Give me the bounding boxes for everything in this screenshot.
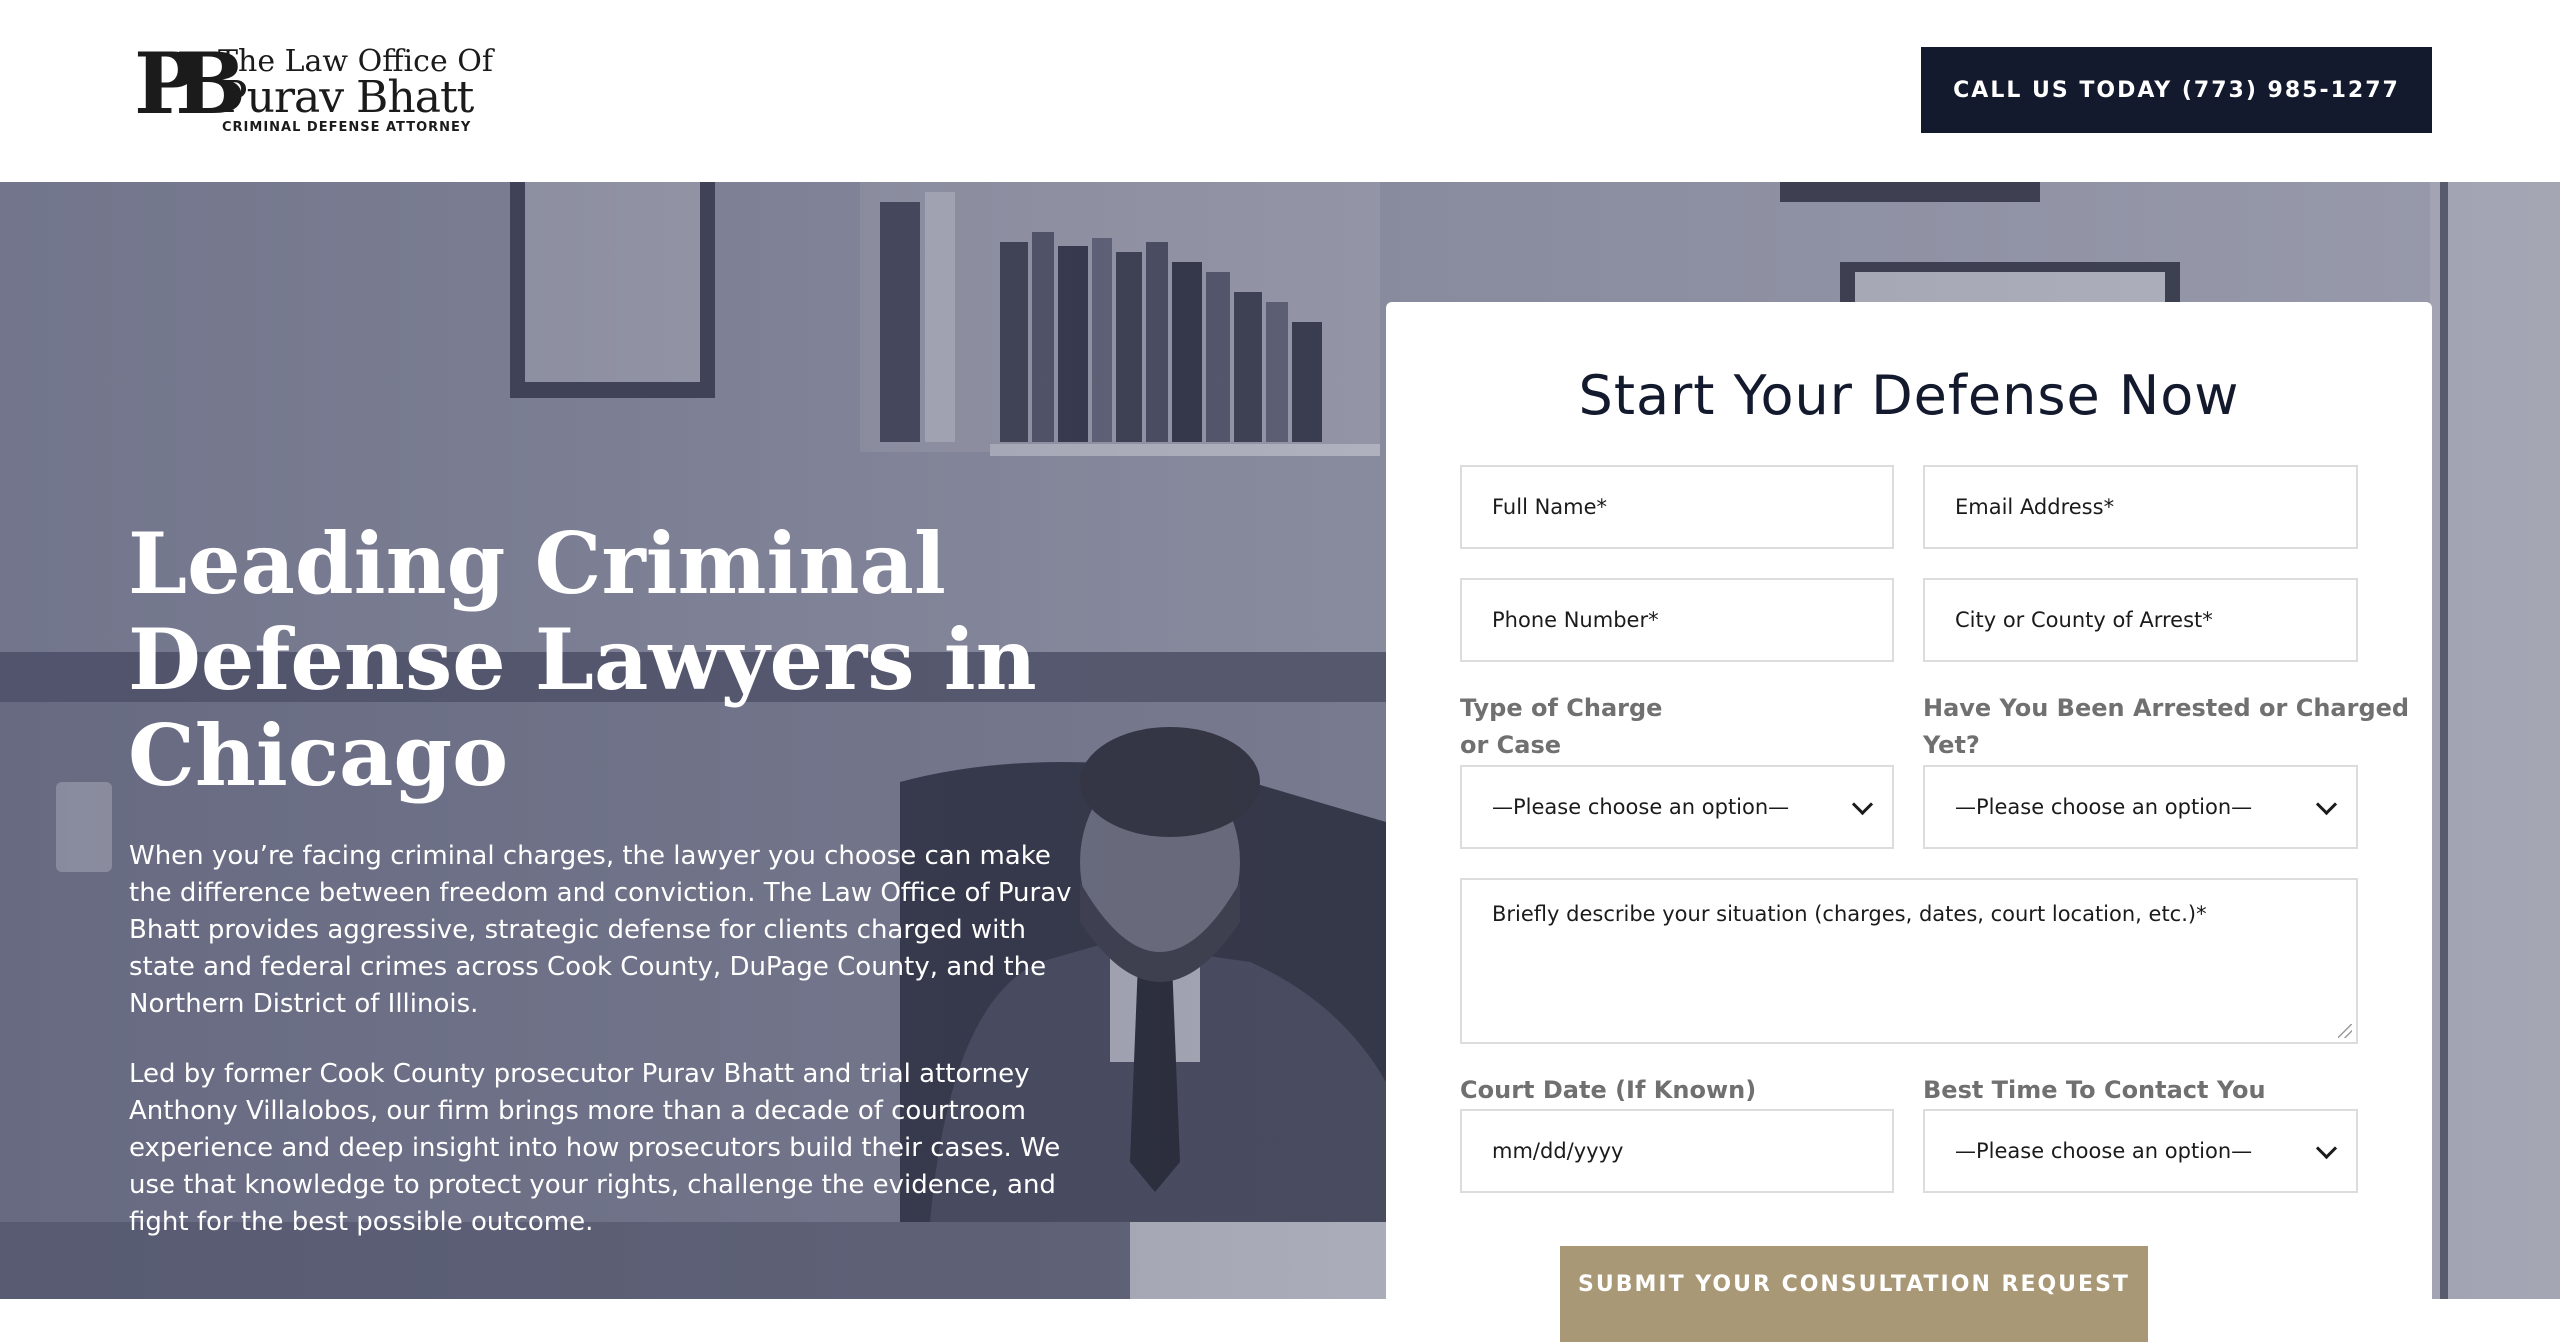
charge-type-select[interactable]: —Please choose an option— — [1460, 765, 1894, 849]
phone-input[interactable]: Phone Number* — [1460, 578, 1894, 662]
arrested-label: Have You Been Arrested or Charged Yet? — [1923, 690, 2409, 764]
logo[interactable]: PB The Law Office Of Purav Bhatt CRIMINA… — [134, 34, 493, 140]
arrested-select[interactable]: —Please choose an option— — [1923, 765, 2358, 849]
charge-type-label: Type of Charge or Case — [1460, 690, 1662, 764]
full-name-input[interactable]: Full Name* — [1460, 465, 1894, 549]
logo-line-2: Purav Bhatt — [218, 72, 474, 123]
arrested-label-line-1: Have You Been Arrested or Charged — [1923, 694, 2410, 722]
consultation-form: Start Your Defense Now Full Name* Email … — [1386, 302, 2432, 1342]
submit-button[interactable]: SUBMIT YOUR CONSULTATION REQUEST — [1560, 1246, 2148, 1342]
hero-paragraph-1: When you’re facing criminal charges, the… — [129, 841, 1072, 1019]
hero-title: Leading Criminal Defense Lawyers in Chic… — [128, 514, 1037, 805]
chevron-down-icon — [1851, 793, 1874, 816]
call-us-button[interactable]: CALL US TODAY (773) 985-1277 — [1921, 47, 2432, 133]
best-time-select[interactable]: —Please choose an option— — [1923, 1109, 2358, 1193]
charge-type-label-line-2: or Case — [1460, 731, 1562, 759]
situation-placeholder: Briefly describe your situation (charges… — [1492, 902, 2207, 926]
arrested-label-line-2: Yet? — [1923, 731, 1980, 759]
court-date-label: Court Date (If Known) — [1460, 1076, 1757, 1104]
arrested-selected: —Please choose an option— — [1955, 795, 2253, 819]
logo-tagline: CRIMINAL DEFENSE ATTORNEY — [222, 120, 472, 135]
hero-paragraph-2: Led by former Cook County prosecutor Pur… — [129, 1059, 1061, 1237]
email-input[interactable]: Email Address* — [1923, 465, 2358, 549]
city-input[interactable]: City or County of Arrest* — [1923, 578, 2358, 662]
charge-type-label-line-1: Type of Charge — [1460, 694, 1663, 722]
site-header: PB The Law Office Of Purav Bhatt CRIMINA… — [0, 0, 2560, 182]
situation-textarea[interactable]: Briefly describe your situation (charges… — [1460, 878, 2358, 1044]
best-time-selected: —Please choose an option— — [1955, 1139, 2253, 1163]
logo-monogram: PB — [134, 34, 246, 133]
charge-type-selected: —Please choose an option— — [1492, 795, 1790, 819]
best-time-label: Best Time To Contact You — [1923, 1076, 2266, 1104]
resize-handle-icon[interactable] — [2338, 1024, 2352, 1038]
form-title: Start Your Defense Now — [1578, 364, 2240, 427]
chevron-down-icon — [2315, 793, 2338, 816]
chevron-down-icon — [2315, 1137, 2338, 1160]
court-date-input[interactable]: mm/dd/yyyy — [1460, 1109, 1894, 1193]
